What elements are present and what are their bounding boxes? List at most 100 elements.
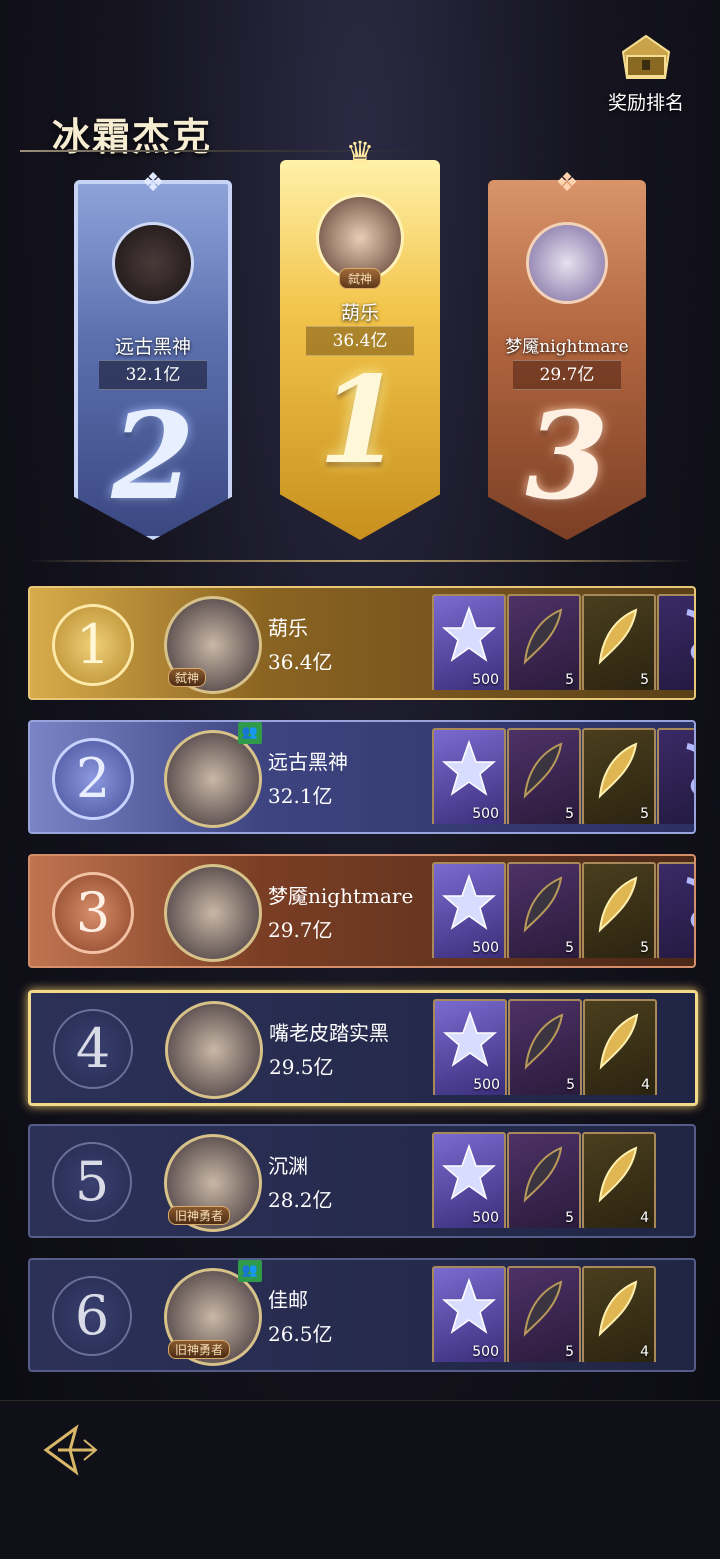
dragon-icon xyxy=(686,743,694,793)
reward-quantity: 500 xyxy=(472,806,499,822)
reward-item-gold-feather[interactable]: 4 xyxy=(582,1132,656,1228)
ranking-row[interactable]: 2 👥 远古黑神 32.1亿 500 5 5 xyxy=(28,720,696,834)
rank-number: 5 xyxy=(52,1142,132,1222)
dark-feather-icon xyxy=(523,1146,563,1203)
crystal-icon xyxy=(442,606,496,662)
player-name: 梦魇nightmare xyxy=(505,337,629,357)
reward-quantity: 5 xyxy=(565,1210,574,1226)
reward-item-dragon[interactable] xyxy=(657,728,694,824)
reward-item-crystal[interactable]: 500 xyxy=(432,594,506,690)
dark-feather-icon xyxy=(523,742,563,799)
reward-quantity: 5 xyxy=(565,1344,574,1360)
rank-number: 1 xyxy=(318,350,402,491)
player-score: 32.1亿 xyxy=(268,784,333,808)
reward-quantity: 4 xyxy=(641,1077,650,1093)
rank-number: 1 xyxy=(52,604,134,686)
reward-item-gold-feather[interactable]: 4 xyxy=(583,999,657,1095)
podium-banner-3[interactable]: ❖ 梦魇nightmare 29.7亿 3 xyxy=(488,168,646,540)
player-name: 葫乐 xyxy=(268,616,308,640)
reward-item-dark-feather[interactable]: 5 xyxy=(507,1132,581,1228)
reward-quantity: 5 xyxy=(640,940,649,956)
avatar xyxy=(164,864,262,962)
reward-item-dark-feather[interactable]: 5 xyxy=(507,728,581,824)
rank-number: 2 xyxy=(52,738,134,820)
reward-item-gold-feather[interactable]: 5 xyxy=(582,728,656,824)
reward-quantity: 500 xyxy=(472,940,499,956)
reward-quantity: 500 xyxy=(473,1077,500,1093)
reward-quantity: 500 xyxy=(472,1344,499,1360)
title-tag: 旧神勇者 xyxy=(168,1340,231,1359)
crown-icon: ♛ xyxy=(345,134,375,172)
avatar xyxy=(165,1001,263,1099)
title-tag: 旧神勇者 xyxy=(168,1206,231,1225)
player-name: 佳邮 xyxy=(268,1288,308,1312)
footer-bar xyxy=(0,1400,720,1559)
player-name: 远古黑神 xyxy=(114,336,191,358)
rank-number: 4 xyxy=(53,1009,133,1089)
reward-item-gold-feather[interactable]: 5 xyxy=(582,594,656,690)
reward-items: 500 5 5 xyxy=(432,594,694,690)
gold-feather-icon xyxy=(598,876,638,933)
podium-banner-2[interactable]: ❖ 远古黑神 32.1亿 2 xyxy=(74,168,232,540)
reward-item-gold-feather[interactable]: 5 xyxy=(582,862,656,958)
back-arrow-icon xyxy=(43,1424,98,1476)
reward-quantity: 4 xyxy=(640,1344,649,1360)
crown-icon: ❖ xyxy=(141,168,165,198)
gold-feather-icon xyxy=(598,608,638,665)
reward-quantity: 5 xyxy=(566,1077,575,1093)
title-tag: 弑神 xyxy=(168,668,207,687)
reward-item-crystal[interactable]: 500 xyxy=(432,1132,506,1228)
reward-item-dark-feather[interactable]: 5 xyxy=(507,594,581,690)
crystal-icon xyxy=(442,874,496,930)
ranking-row[interactable]: 6 旧神勇者 👥 佳邮 26.5亿 500 5 4 xyxy=(28,1258,696,1372)
reward-ranking-button[interactable]: 奖励排名 xyxy=(600,30,692,114)
reward-items: 500 5 5 xyxy=(432,728,694,824)
reward-item-gold-feather[interactable]: 4 xyxy=(582,1266,656,1362)
reward-item-dark-feather[interactable]: 5 xyxy=(507,1266,581,1362)
reward-quantity: 5 xyxy=(640,806,649,822)
reward-quantity: 500 xyxy=(472,1210,499,1226)
player-score: 29.7亿 xyxy=(268,918,333,942)
ranking-row[interactable]: 1 弑神 葫乐 36.4亿 500 5 5 xyxy=(28,586,696,700)
avatar xyxy=(164,730,262,828)
gold-feather-icon xyxy=(598,1146,638,1203)
reward-quantity: 5 xyxy=(640,672,649,688)
player-score: 29.5亿 xyxy=(269,1055,334,1079)
reward-item-crystal[interactable]: 500 xyxy=(432,862,506,958)
gold-feather-icon xyxy=(598,742,638,799)
player-name: 嘴老皮踏实黑 xyxy=(269,1021,389,1045)
ranking-row[interactable]: 5 旧神勇者 沉渊 28.2亿 500 5 4 xyxy=(28,1124,696,1238)
player-score: 26.5亿 xyxy=(268,1322,333,1346)
player-score: 28.2亿 xyxy=(268,1188,333,1212)
boss-title: 冰霜杰克 xyxy=(52,114,213,159)
ranking-row[interactable]: 4 嘴老皮踏实黑 29.5亿 500 5 4 xyxy=(28,990,698,1106)
avatar xyxy=(112,222,194,304)
rank-number: 2 xyxy=(111,386,195,527)
crystal-icon xyxy=(442,1144,496,1200)
rank-number: 3 xyxy=(525,386,609,527)
treasure-chest-icon xyxy=(621,34,671,79)
crystal-icon xyxy=(443,1011,497,1067)
back-button[interactable] xyxy=(36,1422,102,1478)
dark-feather-icon xyxy=(524,1013,564,1070)
reward-item-dragon[interactable] xyxy=(657,862,694,958)
player-name: 远古黑神 xyxy=(268,750,348,774)
reward-item-dark-feather[interactable]: 5 xyxy=(508,999,582,1095)
dark-feather-icon xyxy=(523,1280,563,1337)
reward-item-dark-feather[interactable]: 5 xyxy=(507,862,581,958)
ranking-row[interactable]: 3 梦魇nightmare 29.7亿 500 5 5 xyxy=(28,854,696,968)
reward-item-crystal[interactable]: 500 xyxy=(433,999,507,1095)
crystal-icon xyxy=(442,1278,496,1334)
gold-feather-icon xyxy=(598,1280,638,1337)
reward-items: 500 5 5 xyxy=(432,862,694,958)
podium-banner-1[interactable]: ♛ 弑神 葫乐 36.4亿 1 xyxy=(280,134,440,540)
reward-item-crystal[interactable]: 500 xyxy=(432,728,506,824)
reward-quantity: 5 xyxy=(565,806,574,822)
friend-icon: 👥 xyxy=(238,722,262,744)
crystal-icon xyxy=(442,740,496,796)
reward-item-dragon[interactable] xyxy=(657,594,694,690)
reward-item-crystal[interactable]: 500 xyxy=(432,1266,506,1362)
dark-feather-icon xyxy=(523,876,563,933)
friend-icon: 👥 xyxy=(238,1260,262,1282)
reward-quantity: 5 xyxy=(565,940,574,956)
